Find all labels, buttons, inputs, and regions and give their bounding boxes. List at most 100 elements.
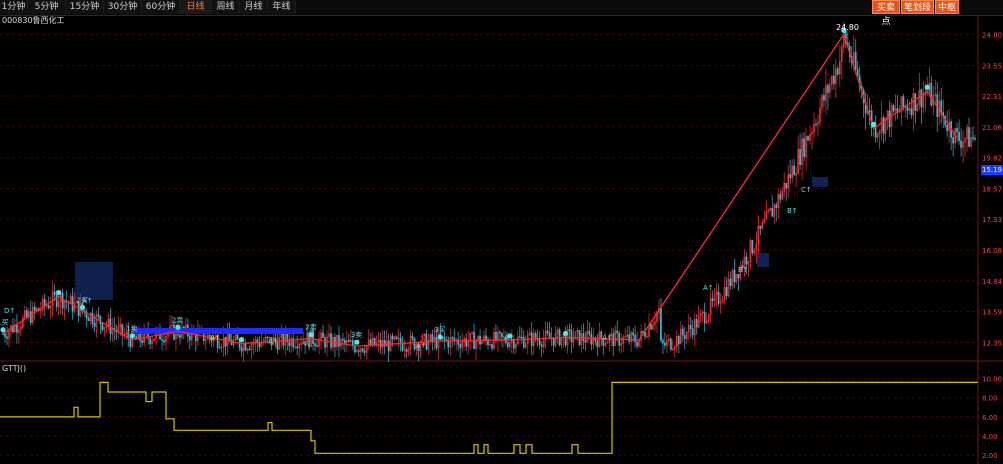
- signal-letter: D↑: [4, 307, 15, 315]
- candle-body: [634, 334, 636, 343]
- zigzag-line: [2, 32, 958, 347]
- candle-body: [353, 345, 356, 352]
- candle-body: [612, 333, 615, 347]
- candle-body: [616, 330, 619, 334]
- candle-body: [53, 291, 56, 295]
- indicator-tick-label: 10.00: [982, 376, 1002, 384]
- candle-body: [779, 194, 782, 200]
- candle-body: [695, 319, 698, 328]
- candle-body: [401, 343, 404, 351]
- candle-body: [55, 294, 58, 308]
- candle-body: [459, 344, 462, 348]
- candle-body: [888, 110, 891, 128]
- candle-body: [823, 95, 825, 101]
- indicator-tick-label: 4.00: [982, 433, 998, 441]
- signal-letter: A↑: [416, 342, 427, 350]
- candle-body: [703, 311, 706, 324]
- candle-body: [596, 340, 599, 348]
- kline-chart[interactable]: 1买2买1卖2卖2卖3卖3买D↑A↑A↑A↑A↑A↑A↑A↑B↑B↑C↑ 24.…: [0, 0, 1003, 464]
- candle-body: [135, 336, 138, 339]
- signal-letter: A↑: [82, 297, 93, 305]
- candle-body: [540, 344, 543, 347]
- signal-dot: [238, 337, 245, 343]
- signal-letter: B↑: [787, 207, 798, 215]
- price-tick-label: 12.35: [982, 339, 1002, 347]
- candle-body: [636, 341, 638, 347]
- candle-body: [568, 329, 571, 331]
- price-tick-label: 16.08: [982, 247, 1002, 255]
- candle-body: [16, 324, 18, 333]
- candle-body: [952, 137, 954, 144]
- candle-body: [330, 333, 332, 348]
- candle-body: [240, 347, 243, 352]
- candle-body: [940, 100, 943, 113]
- signal-letter: C↑: [801, 186, 812, 194]
- candle-body: [33, 306, 36, 311]
- candle-body: [369, 339, 372, 346]
- candle-body: [322, 332, 324, 339]
- candle-body: [582, 333, 585, 341]
- candle-body: [660, 308, 662, 341]
- candle-body: [632, 332, 634, 336]
- candle-body: [785, 182, 788, 189]
- candle-body: [902, 96, 905, 108]
- candle-body: [968, 127, 970, 147]
- signal-dot: [79, 304, 86, 311]
- candle-body: [807, 136, 809, 141]
- candle-body: [538, 339, 541, 345]
- candle-body: [141, 340, 143, 343]
- candle-body: [570, 330, 573, 343]
- candle-body: [854, 52, 857, 70]
- candle-body: [737, 274, 740, 279]
- signal-dot: [175, 324, 181, 330]
- candle-body: [628, 334, 630, 342]
- candle-body: [411, 335, 414, 339]
- signal-dot: [308, 332, 314, 338]
- candle-body: [161, 339, 163, 341]
- candle-body: [387, 340, 390, 352]
- candle-body: [179, 334, 181, 338]
- candle-body: [87, 317, 90, 321]
- candle-body: [344, 340, 346, 344]
- candle-body: [815, 123, 817, 126]
- candle-body: [4, 333, 6, 338]
- candle-body: [548, 332, 551, 339]
- candle-body: [47, 305, 50, 309]
- candle-body: [552, 338, 555, 346]
- candle-body: [361, 348, 364, 352]
- signal-label: 1买: [0, 319, 8, 327]
- candle-body: [363, 350, 366, 353]
- signal-dot: [354, 339, 360, 345]
- candle-body: [803, 138, 805, 157]
- candle-body: [725, 287, 728, 297]
- signal-label: 3卖: [351, 331, 362, 339]
- candle-body: [61, 293, 64, 309]
- candle-body: [775, 204, 778, 209]
- candle-body: [248, 348, 251, 351]
- signal-letter: A↑: [703, 284, 714, 292]
- candle-body: [405, 349, 408, 352]
- candle-body: [6, 336, 8, 339]
- candle-body: [670, 338, 672, 350]
- candle-body: [304, 340, 306, 346]
- candle-body: [664, 342, 666, 346]
- candle-body: [218, 347, 221, 349]
- pivot-box: [812, 177, 828, 187]
- candle-body: [338, 335, 340, 347]
- price-tick-label: 21.06: [982, 124, 1003, 132]
- candle-body: [789, 174, 791, 179]
- candle-body: [868, 110, 871, 112]
- price-grid: [0, 16, 1003, 464]
- signal-dot: [56, 290, 62, 296]
- candle-body: [485, 335, 487, 340]
- candle-body: [316, 345, 318, 347]
- candle-body: [501, 332, 503, 338]
- candle-body: [960, 140, 962, 148]
- candle-body: [93, 323, 96, 327]
- candle-body: [451, 337, 454, 339]
- candle-body: [836, 68, 839, 75]
- indicator-tick-label: 2.00: [982, 452, 998, 460]
- price-tick-label: 19.82: [982, 155, 1002, 163]
- peak-price-label: 24.80: [836, 23, 859, 32]
- indicator-tick-label: 6.00: [982, 414, 998, 422]
